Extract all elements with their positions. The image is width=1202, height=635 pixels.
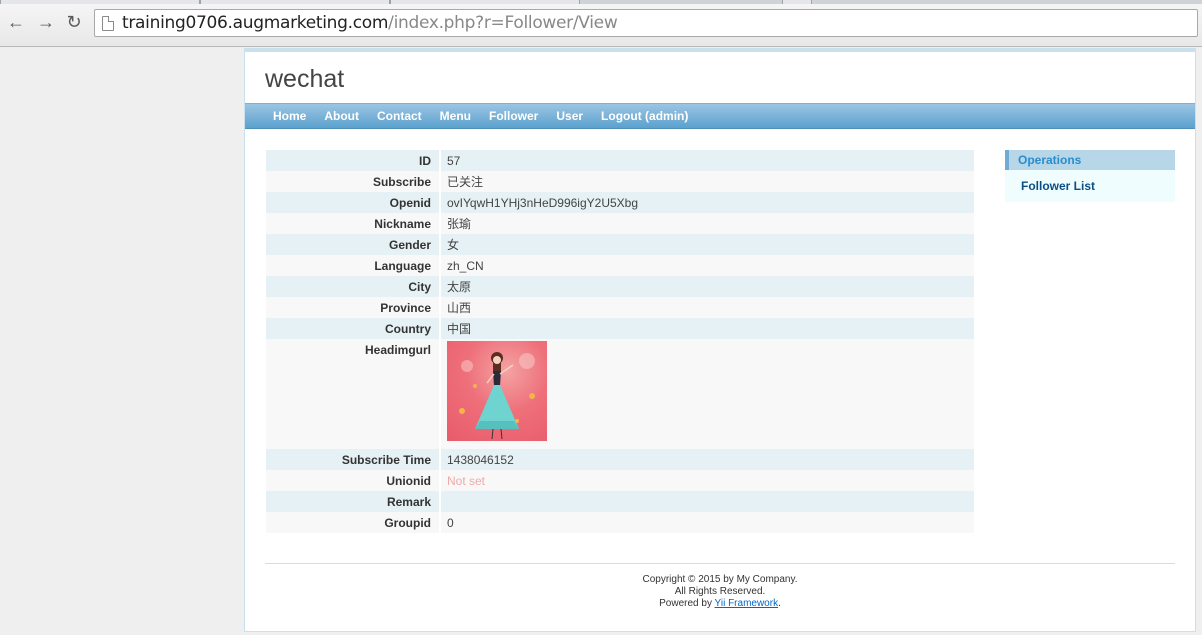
- detail-value: 1438046152: [447, 452, 514, 467]
- powered-by-text: Powered by: [659, 598, 715, 609]
- detail-label: Openid: [266, 192, 441, 213]
- footer-powered: Powered by Yii Framework.: [265, 598, 1175, 610]
- detail-label: Subscribe Time: [266, 449, 441, 470]
- footer-copyright: Copyright © 2015 by My Company.: [642, 574, 798, 585]
- detail-view-table: ID 57 Subscribe 已关注 Openid ovIYqwH1YHj3n…: [266, 150, 974, 533]
- forward-arrow-icon[interactable]: →: [36, 12, 56, 32]
- browser-tab[interactable]: [0, 0, 200, 4]
- powered-suffix: .: [778, 598, 781, 609]
- page-container: wechat Home About Contact Menu Follower …: [244, 48, 1196, 632]
- browser-tab[interactable]: [390, 0, 580, 4]
- menu-item-follower[interactable]: Follower: [480, 104, 547, 128]
- operations-portlet: Operations Follower List: [1005, 150, 1175, 202]
- site-logo: wechat: [265, 65, 345, 93]
- detail-value: zh_CN: [447, 258, 484, 273]
- portlet-title: Operations: [1005, 150, 1175, 170]
- detail-row-nickname: Nickname 张瑜: [266, 213, 974, 234]
- menu-item-about[interactable]: About: [315, 104, 368, 128]
- detail-row-groupid: Groupid 0: [266, 512, 974, 533]
- back-arrow-icon[interactable]: ←: [6, 12, 26, 32]
- tab-strip: [0, 0, 1202, 4]
- browser-tab[interactable]: [200, 0, 390, 4]
- detail-row-openid: Openid ovIYqwH1YHj3nHeD996igY2U5Xbg: [266, 192, 974, 213]
- detail-label: Gender: [266, 234, 441, 255]
- menu-item-logout[interactable]: Logout (admin): [592, 104, 697, 128]
- main-menu: Home About Contact Menu Follower User Lo…: [245, 103, 1195, 129]
- detail-row-subscribe-time: Subscribe Time 1438046152: [266, 449, 974, 470]
- detail-value: 中国: [447, 322, 472, 336]
- detail-label: Nickname: [266, 213, 441, 234]
- avatar-illustration: [459, 352, 535, 440]
- detail-value: 太原: [447, 280, 472, 294]
- detail-row-language: Language zh_CN: [266, 255, 974, 276]
- detail-row-gender: Gender 女: [266, 234, 974, 255]
- detail-value: 0: [447, 515, 454, 530]
- detail-value: Not set: [440, 470, 974, 491]
- browser-tab[interactable]: [782, 0, 812, 4]
- detail-value: 57: [447, 153, 461, 168]
- page-icon: [102, 15, 114, 31]
- menu-item-menu[interactable]: Menu: [431, 104, 480, 128]
- detail-row-headimgurl: Headimgurl: [266, 339, 974, 449]
- detail-value: ovIYqwH1YHj3nHeD996igY2U5Xbg: [447, 195, 639, 210]
- detail-value: [440, 339, 974, 449]
- detail-label: Subscribe: [266, 171, 441, 192]
- detail-label: Country: [266, 318, 441, 339]
- avatar-image: [447, 341, 547, 441]
- detail-row-province: Province 山西: [266, 297, 974, 318]
- not-set-text: Not set: [447, 473, 486, 488]
- address-bar[interactable]: training0706.augmarketing.com/index.php?…: [94, 9, 1198, 37]
- detail-label: Province: [266, 297, 441, 318]
- detail-label: Language: [266, 255, 441, 276]
- detail-row-unionid: Unionid Not set: [266, 470, 974, 491]
- detail-value: 女: [447, 238, 460, 252]
- detail-label: City: [266, 276, 441, 297]
- url-path: /index.php?r=Follower/View: [388, 13, 618, 33]
- url-text: training0706.augmarketing.com/index.php?…: [122, 13, 618, 33]
- browser-toolbar: ← → ↻ training0706.augmarketing.com/inde…: [0, 0, 1202, 47]
- detail-label: Unionid: [266, 470, 441, 491]
- detail-row-remark: Remark: [266, 491, 974, 512]
- detail-label: Headimgurl: [266, 339, 441, 449]
- menu-item-home[interactable]: Home: [264, 104, 315, 128]
- detail-value: [440, 491, 974, 512]
- detail-row-country: Country 中国: [266, 318, 974, 339]
- detail-label: ID: [266, 150, 441, 171]
- detail-row-city: City 太原: [266, 276, 974, 297]
- detail-value: 已关注: [447, 175, 484, 189]
- follower-list-link[interactable]: Follower List: [1005, 170, 1175, 193]
- detail-label: Remark: [266, 491, 441, 512]
- menu-item-contact[interactable]: Contact: [368, 104, 431, 128]
- footer-rights: All Rights Reserved.: [674, 586, 766, 597]
- reload-icon[interactable]: ↻: [64, 12, 84, 32]
- detail-row-id: ID 57: [266, 150, 974, 171]
- detail-label: Groupid: [266, 512, 441, 533]
- yii-framework-link[interactable]: Yii Framework: [715, 598, 779, 609]
- detail-value: 山西: [447, 301, 472, 315]
- detail-value: 张瑜: [447, 217, 472, 231]
- footer: Copyright © 2015 by My Company. All Righ…: [265, 563, 1175, 610]
- menu-item-user[interactable]: User: [547, 104, 592, 128]
- detail-row-subscribe: Subscribe 已关注: [266, 171, 974, 192]
- url-host: training0706.augmarketing.com: [122, 13, 389, 33]
